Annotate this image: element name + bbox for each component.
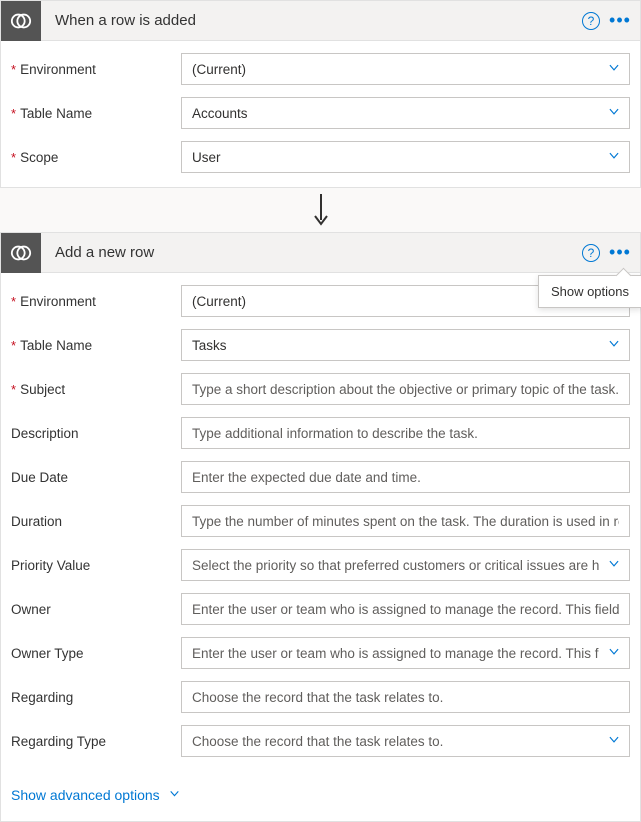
more-tooltip: Show options (538, 275, 641, 308)
label-priority-value: Priority Value (11, 558, 181, 573)
label-scope: *Scope (11, 150, 181, 165)
chevron-down-icon[interactable] (607, 105, 621, 122)
placeholder-regarding: Choose the record that the task relates … (192, 690, 443, 705)
label-table-name: *Table Name (11, 338, 181, 353)
field-priority-value: Priority Value Select the priority so th… (11, 549, 630, 581)
field-owner: Owner Enter the user or team who is assi… (11, 593, 630, 625)
input-regarding-type[interactable]: Choose the record that the task relates … (181, 725, 630, 757)
field-regarding: Regarding Choose the record that the tas… (11, 681, 630, 713)
placeholder-regarding-type: Choose the record that the task relates … (192, 734, 599, 749)
input-due-date[interactable]: Enter the expected due date and time. (181, 461, 630, 493)
value-environment: (Current) (192, 294, 246, 309)
input-subject[interactable]: Type a short description about the objec… (181, 373, 630, 405)
label-subject: *Subject (11, 382, 181, 397)
field-scope: *Scope User (11, 141, 630, 173)
dataverse-icon (1, 233, 41, 273)
field-regarding-type: Regarding Type Choose the record that th… (11, 725, 630, 757)
chevron-down-icon[interactable] (607, 337, 621, 354)
action-body: *Environment (Current) *Table Name Tasks… (1, 273, 640, 771)
label-owner: Owner (11, 602, 181, 617)
placeholder-due-date: Enter the expected due date and time. (192, 470, 421, 485)
label-table-name: *Table Name (11, 106, 181, 121)
help-icon[interactable]: ? (582, 12, 600, 30)
input-owner-type[interactable]: Enter the user or team who is assigned t… (181, 637, 630, 669)
field-due-date: Due Date Enter the expected due date and… (11, 461, 630, 493)
input-description[interactable]: Type additional information to describe … (181, 417, 630, 449)
advanced-label: Show advanced options (11, 787, 160, 803)
field-environment: *Environment (Current) (11, 53, 630, 85)
trigger-body: *Environment (Current) *Table Name Accou… (1, 41, 640, 187)
value-table-name: Accounts (192, 106, 248, 121)
dataverse-icon (1, 1, 41, 41)
label-regarding-type: Regarding Type (11, 734, 181, 749)
field-subject: *Subject Type a short description about … (11, 373, 630, 405)
more-icon[interactable]: ••• (608, 241, 632, 265)
action-title: Add a new row (41, 244, 582, 261)
input-duration[interactable]: Type the number of minutes spent on the … (181, 505, 630, 537)
input-table-name[interactable]: Tasks (181, 329, 630, 361)
input-regarding[interactable]: Choose the record that the task relates … (181, 681, 630, 713)
help-icon[interactable]: ? (582, 244, 600, 262)
label-description: Description (11, 426, 181, 441)
label-regarding: Regarding (11, 690, 181, 705)
chevron-down-icon[interactable] (607, 61, 621, 78)
placeholder-duration: Type the number of minutes spent on the … (192, 514, 619, 529)
value-table-name: Tasks (192, 338, 227, 353)
field-description: Description Type additional information … (11, 417, 630, 449)
label-owner-type: Owner Type (11, 646, 181, 661)
chevron-down-icon (168, 787, 181, 803)
field-table-name: *Table Name Accounts (11, 97, 630, 129)
input-table-name[interactable]: Accounts (181, 97, 630, 129)
label-due-date: Due Date (11, 470, 181, 485)
trigger-header[interactable]: When a row is added ? ••• (1, 1, 640, 41)
placeholder-description: Type additional information to describe … (192, 426, 478, 441)
placeholder-owner: Enter the user or team who is assigned t… (192, 602, 619, 617)
more-icon[interactable]: ••• (608, 9, 632, 33)
trigger-card: When a row is added ? ••• *Environment (… (0, 0, 641, 188)
flow-arrow (0, 188, 641, 232)
placeholder-priority-value: Select the priority so that preferred cu… (192, 558, 599, 573)
input-scope[interactable]: User (181, 141, 630, 173)
field-duration: Duration Type the number of minutes spen… (11, 505, 630, 537)
action-card: Add a new row ? ••• Show options *Enviro… (0, 232, 641, 822)
input-owner[interactable]: Enter the user or team who is assigned t… (181, 593, 630, 625)
placeholder-owner-type: Enter the user or team who is assigned t… (192, 646, 599, 661)
field-table-name: *Table Name Tasks (11, 329, 630, 361)
show-advanced-options[interactable]: Show advanced options (1, 771, 640, 821)
field-owner-type: Owner Type Enter the user or team who is… (11, 637, 630, 669)
action-header[interactable]: Add a new row ? ••• Show options (1, 233, 640, 273)
chevron-down-icon[interactable] (607, 557, 621, 574)
label-duration: Duration (11, 514, 181, 529)
chevron-down-icon[interactable] (607, 645, 621, 662)
input-environment[interactable]: (Current) (181, 53, 630, 85)
input-priority-value[interactable]: Select the priority so that preferred cu… (181, 549, 630, 581)
chevron-down-icon[interactable] (607, 733, 621, 750)
trigger-title: When a row is added (41, 12, 582, 29)
label-environment: *Environment (11, 62, 181, 77)
value-environment: (Current) (192, 62, 246, 77)
chevron-down-icon[interactable] (607, 149, 621, 166)
label-environment: *Environment (11, 294, 181, 309)
placeholder-subject: Type a short description about the objec… (192, 382, 619, 397)
value-scope: User (192, 150, 221, 165)
